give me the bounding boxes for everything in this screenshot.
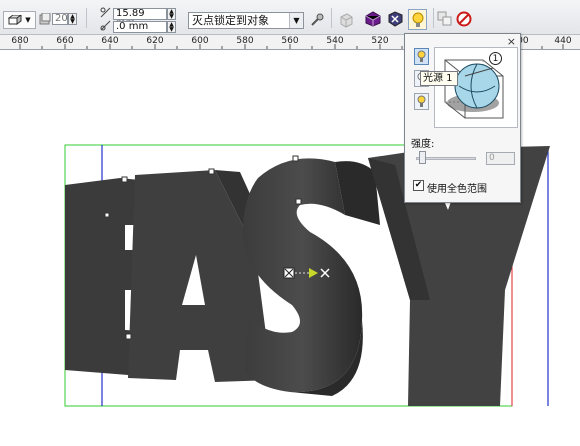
depth-steps-spinner[interactable]: ▲ ▼ — [68, 13, 77, 25]
intensity-slider-thumb[interactable] — [419, 151, 426, 164]
ruler-label: 680 — [11, 36, 29, 46]
ruler-label: 540 — [326, 36, 344, 46]
lighting-button[interactable] — [408, 9, 427, 30]
vanishing-y-icon — [100, 20, 111, 31]
vanishing-point-y-field[interactable]: .0 mm — [113, 21, 167, 33]
light-sphere-preview — [444, 59, 504, 119]
intensity-value-field[interactable]: 0 — [486, 152, 515, 165]
bevel-icon[interactable] — [387, 10, 404, 27]
depth-steps-field[interactable]: 20 — [52, 13, 68, 25]
property-bar: ▼ 20 ▲▼ 15.89 mm .0 mm ▲▼ ▲▼ 灭点锁定到对象 ▼ — [0, 0, 580, 35]
vanishing-x-icon — [100, 7, 111, 18]
chevron-down-icon: ▼ — [289, 13, 303, 28]
light-1-marker[interactable]: 1 — [489, 52, 502, 65]
light-3-button[interactable] — [414, 93, 429, 110]
toolbar-separator — [86, 8, 87, 28]
ruler-label: 580 — [236, 36, 254, 46]
vanishing-point-x-field[interactable]: 15.89 mm — [113, 8, 167, 29]
extrude-rotation-icon[interactable] — [338, 12, 354, 28]
toolbar-separator — [433, 8, 434, 28]
vanishing-point-y-spinner[interactable]: ▲ ▼ — [167, 21, 176, 33]
light-1-button[interactable] — [414, 48, 429, 65]
light-bulb-icon — [412, 12, 423, 27]
ruler-label: 520 — [371, 36, 389, 46]
ruler-label: 440 — [554, 36, 572, 46]
lighting-preview[interactable]: 1 — [434, 47, 518, 128]
toolbar-separator — [331, 8, 332, 28]
light-bulb-1-icon — [417, 50, 426, 62]
vanishing-point-x-spinner[interactable]: ▲ ▼ — [167, 8, 176, 20]
vanishing-point-lock-value: 灭点锁定到对象 — [192, 14, 269, 27]
node-handle[interactable] — [208, 168, 215, 175]
intensity-label: 强度: — [411, 139, 435, 150]
extrude-type-dropdown[interactable]: ▼ — [3, 11, 36, 29]
copy-extrude-properties-icon[interactable] — [437, 11, 453, 27]
lighting-panel: × 1 光源 1 强度: 0 ✔ 使用全色范围 — [404, 33, 521, 203]
ruler-label: 600 — [191, 36, 209, 46]
node-handle[interactable] — [125, 333, 132, 340]
node-handle[interactable] — [295, 198, 302, 205]
node-handle[interactable] — [104, 212, 110, 218]
vanishing-point-lock-select[interactable]: 灭点锁定到对象 ▼ — [188, 12, 304, 29]
full-color-range-checkbox[interactable]: ✔ — [413, 180, 424, 191]
light-bulb-3-icon — [417, 95, 426, 107]
ruler-label: 660 — [56, 36, 74, 46]
light-tooltip: 光源 1 — [420, 71, 458, 86]
node-handle[interactable] — [121, 176, 128, 183]
clear-extrude-icon[interactable] — [456, 11, 472, 27]
copy-vanishing-point-icon[interactable] — [310, 13, 324, 27]
ruler-label: 560 — [281, 36, 299, 46]
ruler-label: 640 — [101, 36, 119, 46]
full-color-range-label: 使用全色范围 — [427, 184, 487, 195]
ruler-label: 620 — [146, 36, 164, 46]
chevron-down-icon: ▼ — [25, 16, 31, 24]
extrude-type-icon — [8, 15, 23, 25]
extrude-color-icon[interactable] — [364, 10, 381, 27]
depth-steps-icon — [39, 13, 51, 25]
node-handle[interactable] — [292, 155, 299, 162]
